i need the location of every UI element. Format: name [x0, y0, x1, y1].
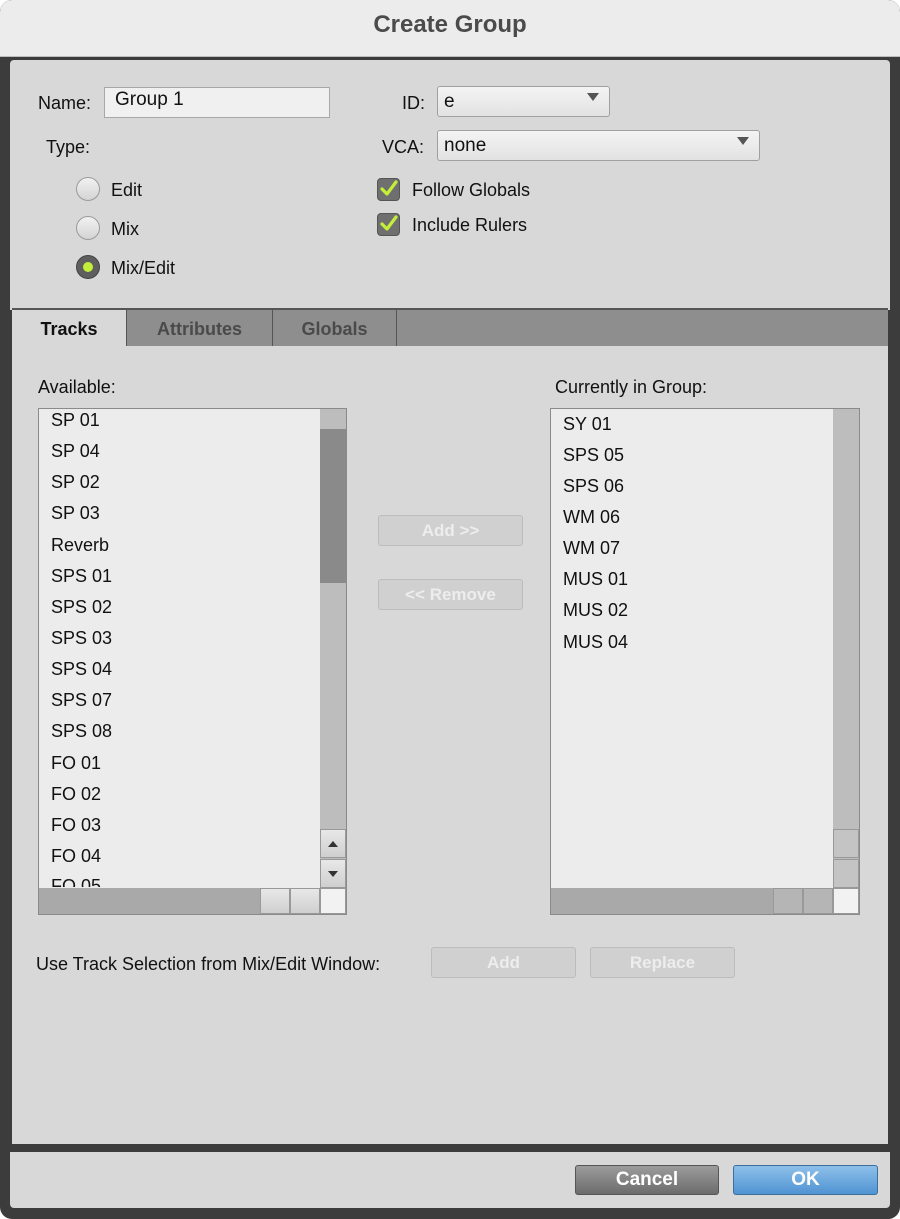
id-label: ID:	[402, 93, 426, 113]
include-rulers-label: Include Rulers	[412, 215, 528, 235]
type-mix-edit-label: Mix/Edit	[111, 258, 176, 278]
checkmark-icon	[380, 215, 398, 231]
list-item[interactable]: SPS 02	[51, 597, 112, 618]
list-item[interactable]: FO 04	[51, 846, 101, 867]
group-tracks-list[interactable]: SY 01 SPS 05 SPS 06 WM 06 WM 07 MUS 01 M…	[550, 408, 860, 915]
scroll-corner	[833, 888, 859, 914]
available-horizontal-scrollbar[interactable]	[39, 888, 320, 914]
list-item[interactable]: MUS 01	[563, 569, 628, 590]
available-vertical-scrollbar[interactable]	[320, 409, 346, 888]
arrow-up-icon	[328, 841, 338, 847]
scroll-left-button[interactable]	[773, 888, 803, 914]
list-item[interactable]: MUS 04	[563, 632, 628, 653]
tracks-tab-panel: Available: Currently in Group: SP 01 SP …	[12, 346, 888, 1144]
include-rulers-checkbox[interactable]	[377, 213, 400, 236]
selection-add-button[interactable]: Add	[431, 947, 576, 978]
tab-globals[interactable]: Globals	[273, 310, 397, 346]
group-vertical-scrollbar[interactable]	[833, 409, 859, 888]
dropdown-arrow-icon	[587, 93, 599, 101]
id-select[interactable]: e	[437, 86, 610, 117]
group-horizontal-scrollbar[interactable]	[551, 888, 833, 914]
list-item[interactable]: Reverb	[51, 535, 109, 556]
dialog-footer: Cancel OK	[10, 1152, 890, 1208]
scroll-right-button[interactable]	[290, 888, 320, 914]
list-item[interactable]: SP 02	[51, 472, 100, 493]
name-field[interactable]: Group 1	[104, 87, 330, 118]
vca-select-value: none	[444, 135, 487, 156]
available-label: Available:	[38, 377, 116, 397]
list-item[interactable]: SP 04	[51, 441, 100, 462]
scroll-down-button[interactable]	[833, 859, 859, 888]
list-item[interactable]: SPS 07	[51, 690, 112, 711]
list-item[interactable]: SPS 05	[563, 445, 624, 466]
ok-button[interactable]: OK	[733, 1165, 878, 1195]
follow-globals-label: Follow Globals	[412, 180, 531, 200]
list-item[interactable]: WM 06	[563, 507, 620, 528]
vca-select[interactable]: none	[437, 130, 760, 161]
list-item[interactable]: SP 03	[51, 503, 100, 524]
selection-replace-button[interactable]: Replace	[590, 947, 735, 978]
checkmark-icon	[380, 180, 398, 196]
radio-selected-dot	[83, 262, 93, 272]
list-item[interactable]: MUS 02	[563, 600, 628, 621]
list-item[interactable]: FO 05	[51, 876, 101, 887]
list-item[interactable]: FO 03	[51, 815, 101, 836]
list-item[interactable]: WM 07	[563, 538, 620, 559]
list-item[interactable]: SPS 06	[563, 476, 624, 497]
follow-globals-checkbox[interactable]	[377, 178, 400, 201]
type-edit-label: Edit	[111, 180, 143, 200]
create-group-dialog: Create Group Name: Group 1 Type: Edit Mi…	[0, 0, 900, 1219]
add-track-button[interactable]: Add >>	[378, 515, 523, 546]
scroll-right-button[interactable]	[803, 888, 833, 914]
scroll-up-button[interactable]	[833, 829, 859, 858]
scroll-left-button[interactable]	[260, 888, 290, 914]
type-mix-label: Mix	[111, 219, 139, 239]
list-item[interactable]: SPS 08	[51, 721, 112, 742]
id-select-value: e	[444, 91, 455, 112]
list-item[interactable]: SP 01	[51, 410, 100, 431]
remove-track-button[interactable]: << Remove	[378, 579, 523, 610]
type-mix-radio[interactable]	[76, 216, 100, 240]
track-selection-label: Use Track Selection from Mix/Edit Window…	[36, 954, 381, 974]
type-mix-edit-radio[interactable]	[76, 255, 100, 279]
name-label: Name:	[38, 93, 92, 113]
currently-in-group-label: Currently in Group:	[555, 377, 708, 397]
cancel-button[interactable]: Cancel	[575, 1165, 719, 1195]
arrow-down-icon	[328, 871, 338, 877]
tab-bar: Tracks Attributes Globals	[12, 308, 888, 348]
list-item[interactable]: SPS 01	[51, 566, 112, 587]
group-settings-panel: Name: Group 1 Type: Edit Mix Mix/Edit ID…	[10, 60, 890, 310]
list-item[interactable]: SPS 03	[51, 628, 112, 649]
scroll-thumb[interactable]	[320, 429, 346, 583]
scroll-up-button[interactable]	[320, 829, 346, 858]
type-label: Type:	[46, 137, 91, 157]
title-bar[interactable]: Create Group	[0, 0, 900, 57]
scroll-corner	[320, 888, 346, 914]
dropdown-arrow-icon	[737, 137, 749, 145]
vca-label: VCA:	[382, 137, 425, 157]
tab-tracks[interactable]: Tracks	[12, 310, 127, 348]
list-item[interactable]: FO 02	[51, 784, 101, 805]
list-item[interactable]: SY 01	[563, 414, 612, 435]
list-item[interactable]: SPS 04	[51, 659, 112, 680]
available-tracks-list[interactable]: SP 01 SP 04 SP 02 SP 03 Reverb SPS 01 SP…	[38, 408, 347, 915]
dialog-title: Create Group	[373, 11, 527, 38]
scroll-down-button[interactable]	[320, 859, 346, 888]
list-item[interactable]: FO 01	[51, 753, 101, 774]
type-edit-radio[interactable]	[76, 177, 100, 201]
tab-attributes[interactable]: Attributes	[127, 310, 273, 346]
